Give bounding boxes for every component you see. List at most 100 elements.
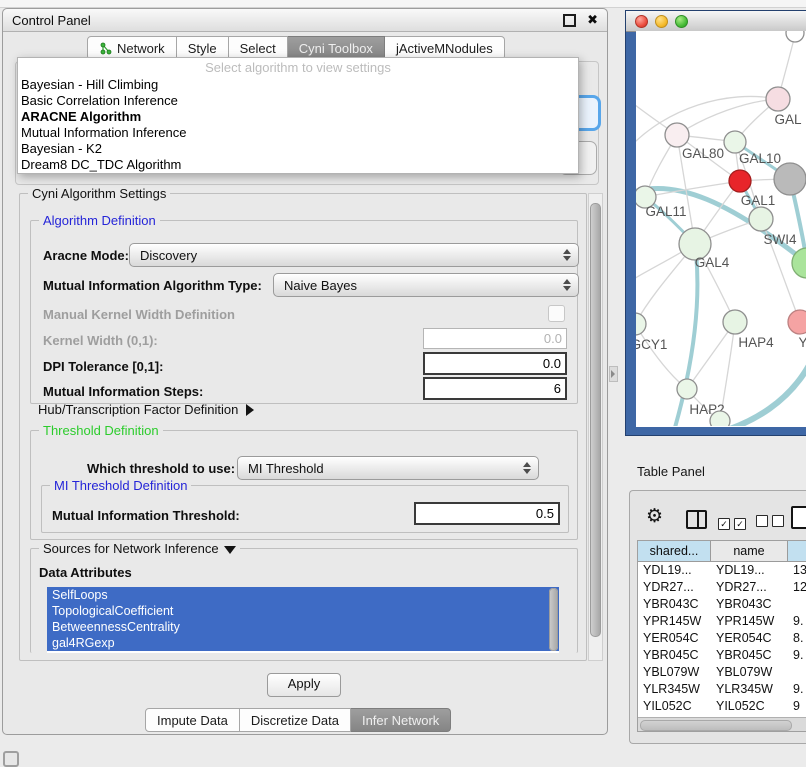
table-horizontal-scrollbar[interactable]: [638, 717, 806, 731]
network-node-y[interactable]: [788, 310, 806, 334]
float-window-icon[interactable]: [563, 14, 576, 27]
table-row[interactable]: YER054CYER054C8.: [638, 630, 806, 647]
kernel-width-input[interactable]: [423, 328, 567, 349]
column-header-a[interactable]: A: [788, 541, 806, 562]
network-node[interactable]: [786, 31, 804, 42]
window-title: Control Panel: [12, 13, 563, 28]
table-panel: ⚙ ✓✓ shared...nameA YDL19...YDL19...13YD…: [629, 490, 806, 744]
mi-algorithm-type-select[interactable]: Naive Bayes: [273, 273, 579, 297]
collapsed-arrow-icon[interactable]: [246, 404, 254, 416]
column-header-name[interactable]: name: [711, 541, 788, 562]
table-row[interactable]: YDR27...YDR27...12: [638, 579, 806, 596]
network-node-gal[interactable]: [766, 87, 790, 111]
table-settings-gear-icon[interactable]: ⚙: [646, 505, 663, 528]
zoom-traffic-light-icon[interactable]: [675, 15, 688, 28]
mi-threshold-label: Mutual Information Threshold:: [52, 508, 240, 523]
sources-group-title[interactable]: Sources for Network Inference: [39, 541, 240, 556]
attribute-item-gal4rgexp[interactable]: gal4RGexp: [47, 635, 559, 651]
node-label-gal11: GAL11: [645, 204, 686, 219]
node-label-gcy1: GCY1: [636, 337, 667, 352]
network-node-gal1[interactable]: [729, 170, 751, 192]
tab-discretize-data[interactable]: Discretize Data: [240, 708, 351, 732]
table-cell: YDR27...: [711, 579, 788, 596]
dropdown-item-aracne-algorithm[interactable]: ARACNE Algorithm: [18, 109, 578, 125]
tab-impute-data[interactable]: Impute Data: [145, 708, 240, 732]
table-cell: YPR145W: [638, 613, 711, 630]
dpi-tolerance-input[interactable]: [423, 352, 567, 375]
manual-kernel-checkbox[interactable]: [548, 305, 565, 322]
new-table-icon[interactable]: [791, 506, 806, 529]
table-row[interactable]: YBL079WYBL079W: [638, 664, 806, 681]
attribute-item-selfloops[interactable]: SelfLoops: [47, 587, 559, 603]
combo-stepper-icon: [523, 457, 531, 479]
table-body: YDL19...YDL19...13YDR27...YDR27...12YBR0…: [638, 562, 806, 715]
attribute-item-topologicalcoefficient[interactable]: TopologicalCoefficient: [47, 603, 559, 619]
table-cell: YBR043C: [711, 596, 788, 613]
table-row[interactable]: YIL052CYIL052C9: [638, 698, 806, 715]
mi-steps-label: Mutual Information Steps:: [43, 384, 203, 399]
tab-infer-network[interactable]: Infer Network: [351, 708, 451, 732]
network-node-gcy1[interactable]: [636, 313, 646, 335]
minimize-traffic-light-icon[interactable]: [655, 15, 668, 28]
attributes-scrollbar[interactable]: [549, 588, 558, 651]
network-node-swi4[interactable]: [749, 207, 773, 231]
dropdown-item-bayesian-hill-climbing[interactable]: Bayesian - Hill Climbing: [18, 77, 578, 93]
which-threshold-select[interactable]: MI Threshold: [237, 456, 539, 480]
network-canvas[interactable]: GALGAL80GAL10GAL1GAL11SWI4GAL4GCY1HAP4YH…: [636, 31, 806, 427]
mi-threshold-input[interactable]: [414, 502, 560, 525]
node-attribute-table: shared...nameA YDL19...YDL19...13YDR27..…: [637, 540, 806, 732]
attribute-item-betweennesscentrality[interactable]: BetweennessCentrality: [47, 619, 559, 635]
aracne-mode-select[interactable]: Discovery: [129, 243, 579, 267]
column-header-shared-[interactable]: shared...: [638, 541, 711, 562]
table-row[interactable]: YBR043CYBR043C: [638, 596, 806, 613]
table-cell: YBL079W: [638, 664, 711, 681]
apply-button[interactable]: Apply: [267, 673, 341, 697]
dropdown-item-mutual-information-inference[interactable]: Mutual Information Inference: [18, 125, 578, 141]
network-node-hap2[interactable]: [677, 379, 697, 399]
expanded-arrow-icon[interactable]: [224, 546, 236, 554]
algorithm-dropdown-popup: Select algorithm to view settings Bayesi…: [17, 57, 579, 174]
table-row[interactable]: YDL19...YDL19...13: [638, 562, 806, 579]
network-edge[interactable]: [636, 324, 687, 389]
table-cell: 12: [788, 579, 806, 596]
network-node-gal80[interactable]: [665, 123, 689, 147]
kernel-width-label: Kernel Width (0,1):: [43, 333, 158, 348]
network-view-frame[interactable]: GALGAL80GAL10GAL1GAL11SWI4GAL4GCY1HAP4YH…: [625, 10, 806, 436]
combo-stepper-icon: [563, 274, 571, 296]
network-edge[interactable]: [636, 188, 806, 263]
table-cell: YBR043C: [638, 596, 711, 613]
control-panel-tabs: NetworkStyleSelectCyni ToolboxjActiveMNo…: [87, 36, 505, 58]
table-cell: YBR045C: [638, 647, 711, 664]
close-traffic-light-icon[interactable]: [635, 15, 648, 28]
dropdown-item-dream8-dc-tdc-algorithm[interactable]: Dream8 DC_TDC Algorithm: [18, 157, 578, 173]
network-edge[interactable]: [677, 99, 778, 135]
tab-label: Discretize Data: [251, 713, 339, 728]
deselect-all-rows-icon[interactable]: [756, 514, 788, 532]
network-node[interactable]: [774, 163, 806, 195]
table-cell: 9: [788, 698, 806, 715]
select-all-rows-icon[interactable]: ✓✓: [718, 514, 750, 532]
network-graph[interactable]: GALGAL80GAL10GAL1GAL11SWI4GAL4GCY1HAP4YH…: [636, 31, 806, 426]
table-header-row: shared...nameA: [638, 541, 806, 562]
network-node[interactable]: [710, 411, 730, 426]
network-view-titlebar[interactable]: [626, 11, 806, 32]
table-row[interactable]: YPR145WYPR145W9.: [638, 613, 806, 630]
mi-steps-input[interactable]: [423, 377, 567, 400]
panel-splitter-handle[interactable]: [609, 366, 618, 382]
table-cell: 13: [788, 562, 806, 579]
settings-scrollbar[interactable]: [588, 193, 603, 661]
split-columns-icon[interactable]: [686, 510, 707, 529]
table-row[interactable]: YBR045CYBR045C9.: [638, 647, 806, 664]
algorithm-definition-title: Algorithm Definition: [39, 213, 160, 228]
table-row[interactable]: YLR345WYLR345W9.: [638, 681, 806, 698]
control-panel-titlebar[interactable]: Control Panel ✖: [3, 9, 607, 32]
network-node-gal10[interactable]: [724, 131, 746, 153]
tab-label: Impute Data: [157, 713, 228, 728]
dropdown-item-basic-correlation-inference[interactable]: Basic Correlation Inference: [18, 93, 578, 109]
hub-factor-section-toggle[interactable]: Hub/Transcription Factor Definition: [38, 402, 254, 417]
collapsed-panel-icon[interactable]: [3, 751, 19, 767]
dropdown-item-bayesian-k2[interactable]: Bayesian - K2: [18, 141, 578, 157]
close-window-icon[interactable]: ✖: [587, 14, 598, 26]
network-node-hap4[interactable]: [723, 310, 747, 334]
data-attributes-list[interactable]: SelfLoopsTopologicalCoefficientBetweenne…: [47, 587, 559, 653]
